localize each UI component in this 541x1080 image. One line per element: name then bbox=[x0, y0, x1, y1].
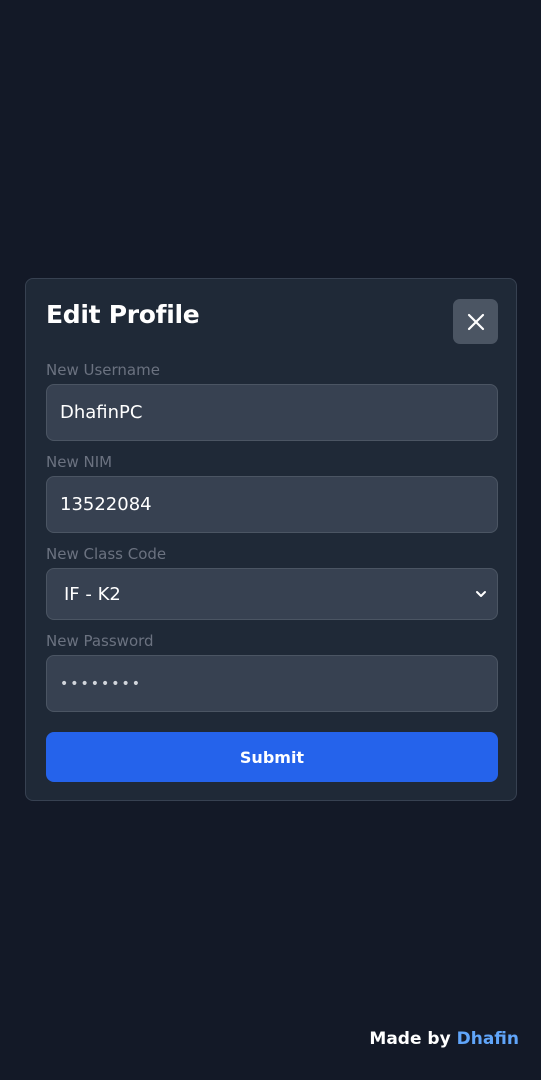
password-input[interactable]: •••••••• bbox=[46, 655, 498, 712]
submit-button[interactable]: Submit bbox=[46, 732, 498, 782]
nim-value: 13522084 bbox=[60, 494, 152, 515]
footer-prefix: Made by bbox=[369, 1029, 451, 1049]
edit-profile-modal: Edit Profile New Username DhafinPC New N… bbox=[25, 278, 517, 801]
nim-label: New NIM bbox=[46, 453, 113, 471]
username-label: New Username bbox=[46, 361, 160, 379]
class-code-label: New Class Code bbox=[46, 545, 167, 563]
close-button[interactable] bbox=[453, 299, 498, 344]
password-value: •••••••• bbox=[60, 675, 143, 692]
modal-title: Edit Profile bbox=[46, 300, 200, 329]
footer-credit: Made by Dhafin bbox=[369, 1028, 519, 1050]
nim-input[interactable]: 13522084 bbox=[46, 476, 498, 533]
password-label: New Password bbox=[46, 632, 154, 650]
class-code-select[interactable]: IF - K2 bbox=[46, 568, 498, 620]
username-input[interactable]: DhafinPC bbox=[46, 384, 498, 441]
chevron-down-icon bbox=[474, 587, 488, 601]
close-icon bbox=[467, 313, 485, 331]
username-value: DhafinPC bbox=[60, 402, 143, 423]
class-code-value: IF - K2 bbox=[64, 583, 121, 605]
author-link[interactable]: Dhafin bbox=[457, 1029, 519, 1049]
